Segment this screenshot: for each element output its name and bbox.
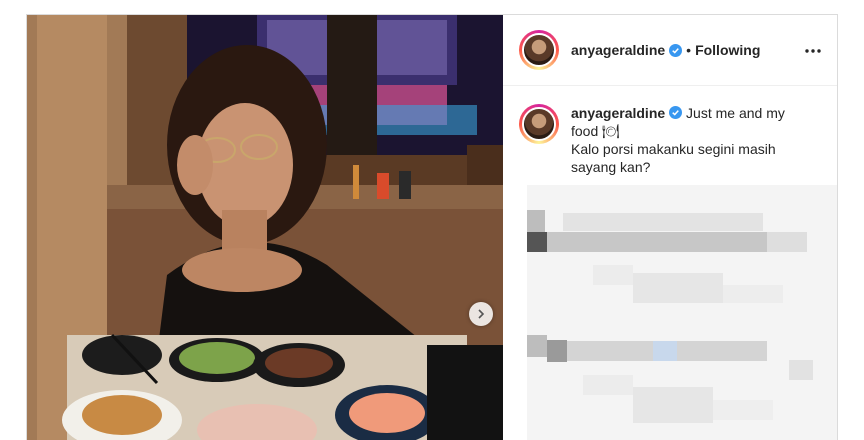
caption-line-2: Kalo porsi makanku segini masih sayang k…	[571, 141, 776, 175]
more-options-icon	[805, 49, 821, 53]
chevron-right-icon	[478, 309, 485, 319]
caption-verified-badge-icon	[669, 106, 683, 119]
header-separator: •	[686, 42, 692, 58]
caption-username[interactable]: anyageraldine	[571, 105, 665, 121]
blur-pixel	[527, 335, 547, 357]
blur-pixel	[593, 265, 633, 285]
blur-pixel	[527, 210, 545, 232]
blur-pixel	[713, 400, 773, 420]
blur-pixel	[633, 273, 723, 303]
blur-pixel	[527, 232, 547, 252]
blur-pixel	[563, 213, 763, 231]
blur-pixel	[653, 341, 677, 361]
blur-pixel	[583, 375, 633, 395]
header-username[interactable]: anyageraldine	[571, 42, 665, 58]
caption-text: anyageraldine Just me and my food 🍽 Kalo…	[571, 104, 803, 176]
avatar-image	[522, 33, 556, 67]
caption-avatar-image	[522, 107, 556, 141]
avatar[interactable]	[519, 30, 559, 70]
following-button[interactable]: Following	[695, 42, 760, 58]
instagram-post: anyageraldine • Following anyageraldine …	[26, 14, 838, 440]
blur-pixel	[789, 360, 813, 380]
blur-pixel	[547, 232, 767, 252]
photo-illustration	[27, 15, 503, 440]
next-photo-button[interactable]	[469, 302, 493, 326]
post-header: anyageraldine • Following	[503, 15, 837, 86]
verified-badge-icon	[669, 43, 683, 57]
blur-pixel	[723, 285, 783, 303]
blur-pixel	[633, 387, 713, 423]
post-photo[interactable]	[27, 15, 503, 440]
blur-pixel	[547, 340, 567, 362]
caption: anyageraldine Just me and my food 🍽 Kalo…	[503, 86, 837, 176]
more-options-button[interactable]	[803, 41, 823, 61]
blur-pixel	[767, 232, 807, 252]
caption-avatar[interactable]	[519, 104, 559, 144]
post-side-panel: anyageraldine • Following anyageraldine …	[503, 15, 837, 440]
